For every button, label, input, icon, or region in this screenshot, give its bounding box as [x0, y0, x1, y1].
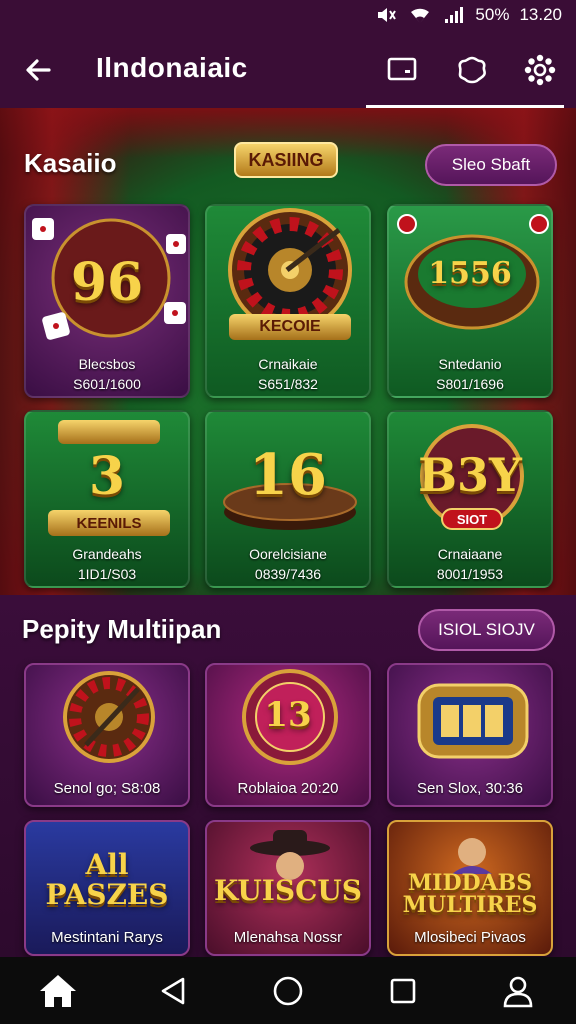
signal-icon	[445, 7, 464, 23]
card-art-number: 3	[88, 446, 126, 507]
casino-section-title: Kasaiio	[24, 148, 117, 178]
card-art-number: KUISCUS	[214, 874, 362, 907]
user-icon	[504, 976, 533, 1007]
back-nav-button[interactable]	[143, 966, 203, 1016]
multiplayer-game-card[interactable]: MIDDABS MULTIRES Mlosibeci Pivaos	[387, 820, 553, 956]
card-stat: S651/832	[258, 376, 318, 392]
tablet-icon	[387, 57, 417, 81]
card-art-number: 96	[70, 252, 144, 313]
card-art-number: 16	[249, 442, 327, 508]
slot-machine-icon	[417, 683, 529, 759]
battery-level: 50%	[475, 5, 510, 24]
home-icon	[39, 974, 76, 1007]
card-stat: S801/1696	[436, 376, 504, 392]
profile-button[interactable]	[488, 966, 548, 1016]
recents-button[interactable]	[373, 966, 433, 1016]
card-title: Oorelcisiane	[249, 546, 327, 562]
multiplayer-game-card[interactable]: KUISCUS Mlenahsa Nossr	[205, 820, 371, 956]
card-caption: Mestintani Rarys	[51, 929, 163, 946]
card-title: Sntedanio	[438, 356, 502, 372]
multiplayer-game-card[interactable]: 13 Roblaioa 20:20	[205, 663, 371, 807]
ornament-decoration	[58, 420, 160, 444]
home-nav-button[interactable]	[258, 966, 318, 1016]
clock: 13.20	[519, 5, 562, 24]
triangle-back-icon	[161, 977, 185, 1004]
settings-button[interactable]	[520, 50, 560, 90]
casino-game-card[interactable]: 96 Blecsbos S601/1600	[24, 204, 190, 398]
card-badge: KEENILS	[48, 510, 170, 536]
chip-icon	[458, 56, 486, 84]
card-stat: 1ID1/S03	[77, 566, 137, 582]
card-title: Grandeahs	[72, 546, 142, 562]
page-title: Ilndonaiaic	[96, 52, 248, 83]
mute-icon	[378, 8, 397, 22]
card-stat: 8001/1953	[436, 566, 504, 582]
roulette-icon	[63, 671, 155, 763]
card-art-number: All PASZES	[45, 848, 169, 911]
card-title: Crnaikaie	[258, 356, 318, 372]
square-recents-icon	[390, 978, 416, 1003]
casino-game-card[interactable]: B3Y SIOT Crnaiaane 8001/1953	[387, 410, 553, 588]
card-caption: Mlenahsa Nossr	[233, 929, 343, 946]
status-bar: 50% 13.20	[0, 0, 576, 30]
arrow-left-icon	[26, 59, 51, 81]
card-title: Crnaiaane	[437, 546, 503, 562]
multiplayer-game-card[interactable]: All PASZES Mestintani Rarys	[24, 820, 190, 956]
card-art-number: B3Y	[418, 448, 522, 502]
card-stat: 0839/7436	[254, 566, 322, 582]
chip-button[interactable]	[452, 50, 492, 90]
multiplayer-action-button[interactable]: ISIOL SIOJV	[418, 609, 555, 651]
app-bar: Ilndonaiaic	[0, 30, 576, 108]
card-badge: KECOIE	[229, 314, 351, 340]
card-art-number: 13	[264, 695, 312, 735]
casino-logo: KASIING	[234, 142, 338, 178]
casino-game-card[interactable]: 3 KEENILS Grandeahs 1ID1/S03	[24, 410, 190, 588]
back-button[interactable]	[18, 50, 58, 90]
casino-game-card[interactable]: 1556 Sntedanio S801/1696	[387, 204, 553, 398]
navigation-bar	[0, 957, 576, 1024]
card-caption: Roblaioa 20:20	[237, 780, 339, 797]
multiplayer-section-title: Pepity Multiipan	[22, 614, 222, 644]
card-caption: Senol go; S8:08	[53, 780, 161, 797]
casino-game-card[interactable]: 16 Oorelcisiane 0839/7436	[205, 410, 371, 588]
card-art-number: MIDDABS MULTIRES	[402, 870, 538, 918]
casino-game-card[interactable]: KECOIE Crnaikaie S651/832	[205, 204, 371, 398]
multiplayer-game-card[interactable]: Sen Slox, 30:36	[387, 663, 553, 807]
gear-icon	[524, 54, 556, 86]
multiplayer-game-card[interactable]: Senol go; S8:08	[24, 663, 190, 807]
card-title: Blecsbos	[78, 356, 136, 372]
casino-action-button[interactable]: Sleo Sbaft	[425, 144, 557, 186]
card-art-number: 1556	[428, 256, 512, 291]
home-button[interactable]	[28, 966, 88, 1016]
card-caption: Sen Slox, 30:36	[417, 780, 523, 797]
tablet-button[interactable]	[382, 50, 422, 90]
card-badge: SIOT	[441, 508, 503, 530]
card-stat: S601/1600	[73, 376, 141, 392]
card-caption: Mlosibeci Pivaos	[414, 929, 526, 946]
wifi-icon	[411, 8, 430, 23]
circle-home-icon	[273, 976, 303, 1005]
